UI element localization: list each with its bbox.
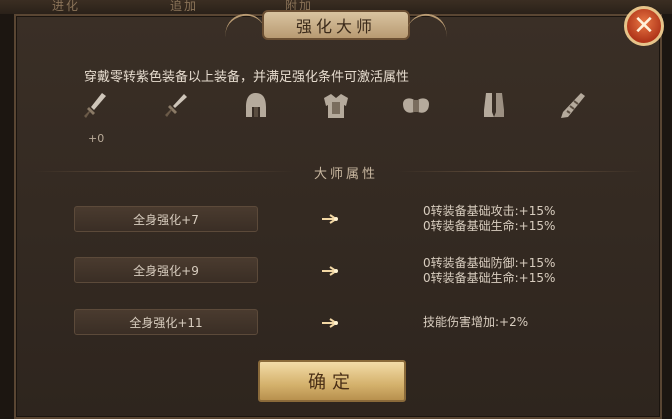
close-button[interactable]: ✕: [624, 6, 664, 46]
attribute-effects: 技能伤害增加:+2%: [423, 315, 528, 330]
slot-sword[interactable]: [76, 86, 116, 126]
attribute-row: 全身强化+9 0转装备基础防御:+15% 0转装备基础生命:+15%: [0, 251, 672, 291]
arrow-right-icon: [322, 214, 338, 224]
slot-bracer[interactable]: [552, 86, 592, 126]
attribute-effect: 0转装备基础生命:+15%: [423, 271, 556, 285]
sword-icon: [84, 93, 106, 118]
section-divider-right: [398, 171, 642, 172]
confirm-button[interactable]: 确定: [258, 360, 406, 402]
bracer-icon: [561, 93, 585, 118]
section-title: 大师属性: [313, 167, 378, 182]
background-tab-evolve: 进化: [52, 0, 81, 13]
slot-pauldron[interactable]: [396, 86, 436, 126]
sword-slot-level: +0: [88, 132, 105, 145]
dagger-icon: [165, 94, 187, 117]
arrow-right-icon: [322, 318, 338, 328]
master-attributes-header: 大师属性: [14, 160, 662, 184]
arrow-right-icon: [322, 266, 338, 276]
slot-dagger[interactable]: [156, 86, 196, 126]
activation-description: 穿戴零转紫色装备以上装备，并满足强化条件可激活属性: [84, 70, 410, 85]
background-tab-append: 追加: [170, 0, 199, 13]
requirement-plus9: 全身强化+9: [74, 257, 258, 283]
chest-armor-icon: [324, 94, 348, 118]
attribute-effects: 0转装备基础攻击:+15% 0转装备基础生命:+15%: [423, 204, 555, 234]
dialog-title-bar: 强化大师: [220, 4, 452, 46]
attribute-row: 全身强化+7 0转装备基础攻击:+15% 0转装备基础生命:+15%: [0, 200, 672, 240]
slot-chest[interactable]: [316, 86, 356, 126]
attribute-effect: 0转装备基础攻击:+15%: [423, 204, 556, 218]
close-icon: ✕: [633, 11, 655, 41]
requirement-plus11: 全身强化+11: [74, 309, 258, 335]
helmet-icon: [246, 93, 266, 117]
attribute-effect: 0转装备基础防御:+15%: [423, 256, 556, 270]
pauldron-icon: [403, 98, 429, 113]
title-ornament-right: [406, 10, 450, 40]
section-divider-left: [34, 171, 294, 172]
attribute-effect: 技能伤害增加:+2%: [423, 315, 529, 329]
attribute-effect: 0转装备基础生命:+15%: [423, 219, 556, 233]
requirement-plus7: 全身强化+7: [74, 206, 258, 232]
dialog-title: 强化大师: [262, 10, 410, 40]
attribute-row: 全身强化+11 技能伤害增加:+2%: [0, 304, 672, 344]
title-ornament-left: [222, 10, 266, 40]
slot-boots[interactable]: [474, 86, 514, 126]
boots-icon: [484, 93, 504, 117]
attribute-effects: 0转装备基础防御:+15% 0转装备基础生命:+15%: [423, 256, 555, 286]
slot-helmet[interactable]: [236, 86, 276, 126]
